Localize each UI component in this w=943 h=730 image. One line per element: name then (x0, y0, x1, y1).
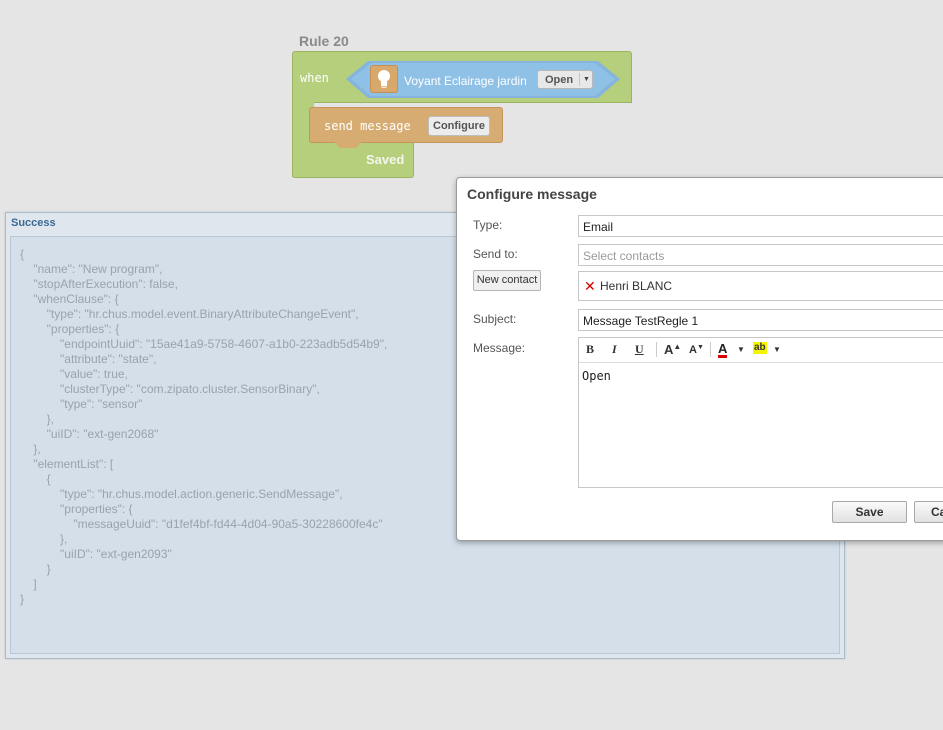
chevron-down-icon[interactable]: ▼ (737, 345, 745, 361)
message-label: Message: (473, 341, 526, 355)
event-state-dropdown[interactable]: Open ▼ (537, 70, 593, 89)
json-output: { "name": "New program", "stopAfterExecu… (20, 247, 388, 606)
save-button[interactable]: Save (832, 501, 907, 523)
shrink-font-button[interactable]: A▼ (689, 344, 704, 360)
highlight-color-button[interactable]: ab (753, 342, 767, 354)
remove-contact-icon[interactable]: ✕ (584, 278, 596, 295)
chevron-down-icon: ▼ (579, 73, 590, 86)
font-color-button[interactable]: A (718, 342, 728, 358)
new-contact-button[interactable]: New contact (473, 270, 541, 291)
toolbar-separator (710, 342, 711, 357)
success-panel-title: Success (11, 217, 56, 229)
type-label: Type: (473, 218, 503, 232)
chevron-down-icon[interactable]: ▼ (773, 345, 781, 361)
message-body: Open (582, 369, 611, 383)
type-field[interactable]: Email (578, 215, 943, 237)
send-message-label: send message (324, 119, 411, 133)
grow-font-button[interactable]: A▲ (664, 342, 681, 358)
event-state-value: Open (545, 73, 574, 86)
toolbar-separator (656, 342, 657, 357)
message-editor[interactable] (578, 337, 943, 488)
cancel-button[interactable]: Ca (914, 501, 943, 523)
when-label: when (300, 71, 329, 85)
editor-toolbar-divider (579, 362, 943, 363)
send-to-label: Send to: (473, 247, 518, 261)
rule-status: Saved (366, 152, 405, 167)
subject-input[interactable]: Message TestRegle 1 (578, 309, 943, 331)
contact-chip: Henri BLANC (600, 279, 673, 293)
configure-button[interactable]: Configure (428, 116, 490, 136)
event-device-label: Voyant Eclairage jardin (404, 74, 527, 88)
italic-button[interactable]: I (612, 342, 617, 358)
dialog-title: Configure message (467, 186, 597, 202)
bold-button[interactable]: B (586, 342, 594, 358)
lightbulb-icon (370, 65, 398, 93)
underline-button[interactable]: U (635, 342, 644, 358)
send-to-input[interactable]: Select contacts (578, 244, 943, 266)
rule-title: Rule 20 (299, 33, 349, 49)
subject-label: Subject: (473, 312, 517, 326)
